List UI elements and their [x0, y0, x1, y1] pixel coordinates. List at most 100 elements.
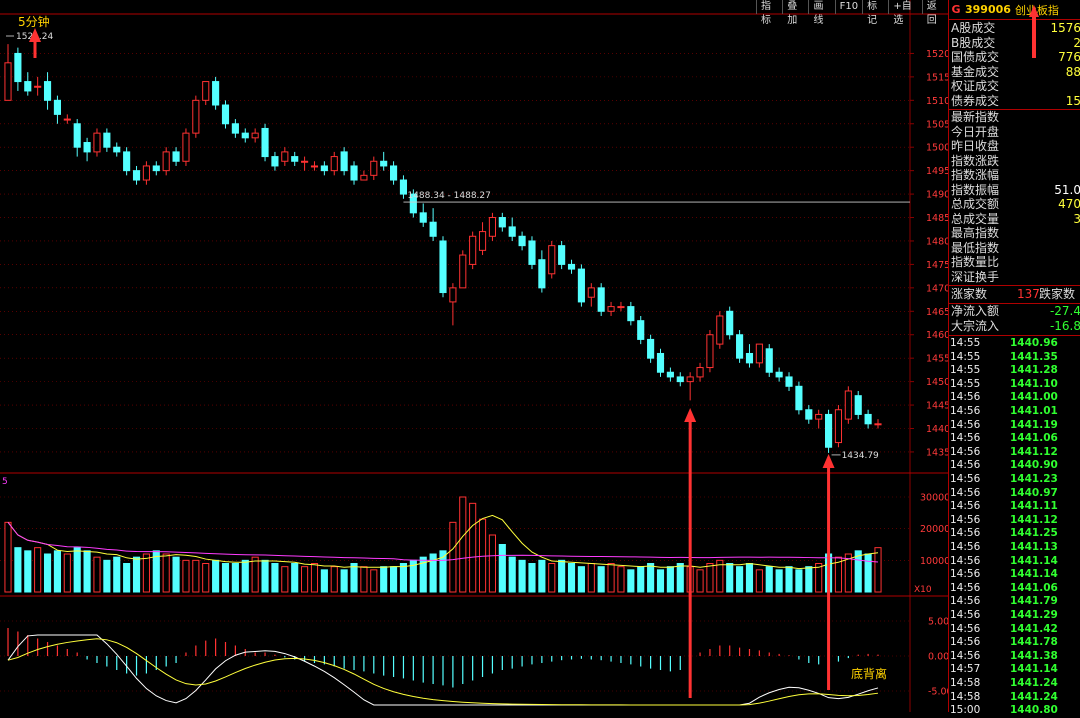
candle-body [449, 287, 457, 303]
volume-bar [172, 556, 180, 593]
volume-bar [202, 563, 210, 593]
volume-bar [785, 566, 793, 593]
flow-row: 净流入额 -27.4 [951, 304, 1080, 318]
volume-bar [261, 559, 269, 593]
price-tick-label: 1520 [926, 49, 948, 60]
volume-tick-label: 30000 [920, 493, 948, 504]
stat-label: A股成交 [951, 21, 996, 35]
stat-row: 基金成交 88 [951, 65, 1080, 79]
candle-body [251, 132, 259, 139]
volume-bar [538, 559, 546, 593]
tick-row: 14:56 1441.42 [950, 623, 1080, 637]
price-tick-label: 1445 [926, 401, 948, 412]
tick-time: 14:57 [950, 663, 981, 676]
candle-body [548, 245, 556, 275]
candle-body [617, 306, 625, 309]
candle-body [123, 151, 131, 172]
kline-chart-svg[interactable]: 1520 1515 1510 1505 1500 1495 1490 1485 1480 1475… [0, 0, 948, 712]
volume-bar [320, 569, 328, 593]
kline-chart-area[interactable]: 1520 1515 1510 1505 1500 1495 1490 1485 1480 1475… [0, 0, 948, 712]
low-price-label: 1434.79 [842, 451, 879, 461]
volume-unit-label: X10 [914, 585, 932, 595]
stat-value: 15 [1065, 93, 1080, 108]
tick-time: 14:56 [950, 473, 981, 485]
tick-row: 14:57 1441.14 [950, 663, 1080, 677]
back-button[interactable]: 返回 [921, 0, 948, 26]
candle-body [4, 62, 12, 101]
candle-body [113, 146, 121, 153]
candle-body [380, 160, 388, 167]
volume-bar [795, 569, 803, 593]
candle-body [676, 376, 684, 383]
volume-bar [380, 566, 388, 593]
candle-body [736, 334, 744, 359]
volume-tick-label: 10000 [920, 556, 948, 567]
tick-price: 1440.96 [1010, 337, 1058, 349]
tick-time: 14:56 [950, 595, 981, 608]
volume-bar [745, 563, 754, 593]
tick-price: 1441.06 [1010, 432, 1058, 445]
mark-button[interactable]: 标记 [862, 0, 888, 26]
candle-body [647, 338, 655, 359]
tick-row: 14:56 1441.13 [950, 541, 1080, 555]
volume-bar [281, 566, 289, 593]
stat-row: 权证成交 [951, 79, 1080, 93]
tick-time: 14:56 [950, 459, 981, 472]
macd-tick-label: 5.00 [928, 617, 948, 628]
volume-bar [459, 496, 467, 593]
tick-time: 14:56 [950, 568, 981, 581]
volume-bar [587, 563, 595, 593]
stat-row: 昨日收盘 [951, 139, 1080, 153]
candle-body [14, 52, 22, 83]
stat-row: 最低指数 [951, 241, 1080, 255]
tick-price: 1441.25 [1010, 527, 1058, 540]
tick-row: 14:56 1441.29 [950, 609, 1080, 623]
stat-label: 指数振幅 [951, 182, 1000, 197]
tick-time: 14:56 [950, 581, 981, 594]
tick-time: 14:55 [950, 350, 981, 363]
candle-body [419, 212, 427, 223]
indicator-button[interactable]: 指标 [756, 0, 782, 26]
tick-time: 14:58 [950, 690, 981, 703]
volume-bar [558, 559, 566, 593]
stat-row: 总成交额 470 [951, 197, 1080, 211]
stat-value: 1576 [1050, 21, 1080, 35]
candle-body [597, 287, 605, 312]
candle-body [439, 240, 447, 294]
candle-body [142, 165, 150, 181]
price-tick-label: 1440 [926, 424, 948, 435]
stat-row: A股成交 1576 [951, 21, 1080, 35]
volume-bar [93, 556, 101, 593]
candle-body [53, 99, 61, 115]
tick-price: 1441.14 [1010, 663, 1058, 676]
volume-bar [231, 563, 239, 593]
candle-body [805, 409, 813, 420]
tick-price: 1441.11 [1010, 500, 1058, 513]
draw-line-button[interactable]: 画线 [808, 0, 834, 26]
stat-row: 指数振幅 51.0 [951, 183, 1080, 197]
stat-row: 总成交量 3 [951, 212, 1080, 226]
volume-bar [627, 569, 635, 593]
candle-body [320, 165, 328, 172]
candle-body [370, 160, 378, 176]
tick-time: 14:55 [950, 364, 981, 377]
candle-body [815, 413, 823, 420]
add-watchlist-button[interactable]: +自选 [888, 0, 921, 26]
stat-label: 最新指数 [951, 110, 1000, 124]
f10-button[interactable]: F10 [834, 0, 862, 14]
volume-bar [498, 544, 506, 593]
overlay-button[interactable]: 叠加 [782, 0, 808, 26]
candle-body [686, 376, 694, 383]
quote-header: G 399006 创业板指 [949, 0, 1080, 58]
stat-value: 3 [1073, 211, 1080, 226]
stat-label: 总成交量 [951, 211, 1000, 226]
volume-bar [577, 566, 585, 593]
tick-price: 1441.78 [1010, 636, 1058, 649]
arrow-annotation-head [822, 454, 835, 468]
volume-bar [34, 547, 42, 593]
tick-time: 14:56 [950, 541, 981, 553]
volume-bar [518, 559, 526, 593]
price-tick-label: 1505 [926, 119, 948, 130]
volume-bar [567, 563, 576, 593]
volume-bar [113, 556, 121, 593]
